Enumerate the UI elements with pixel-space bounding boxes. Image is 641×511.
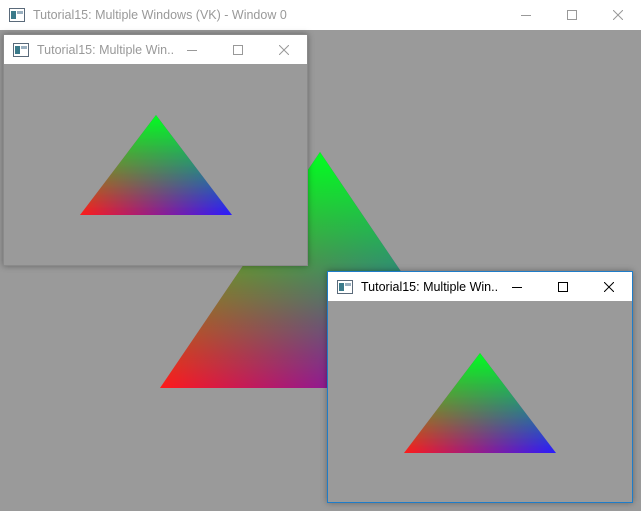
child-window-2-title: Tutorial15: Multiple Win... xyxy=(361,279,499,294)
minimize-button[interactable] xyxy=(494,272,540,302)
child-1-render-canvas xyxy=(80,115,232,215)
maximize-button[interactable] xyxy=(215,35,261,65)
app-window-icon xyxy=(9,8,25,22)
close-button[interactable] xyxy=(261,35,307,65)
child-window-1-viewport[interactable] xyxy=(4,64,307,265)
minimize-button[interactable] xyxy=(169,35,215,65)
maximize-button[interactable] xyxy=(540,272,586,302)
child-window-2: Tutorial15: Multiple Win... xyxy=(327,271,633,503)
minimize-button[interactable] xyxy=(503,0,549,30)
close-icon xyxy=(279,45,289,55)
close-button[interactable] xyxy=(595,0,641,30)
main-window-titlebar[interactable]: Tutorial15: Multiple Windows (VK) - Wind… xyxy=(0,0,641,30)
child-2-triangle xyxy=(404,353,556,453)
child-window-1: Tutorial15: Multiple Win... xyxy=(3,34,308,266)
minimize-icon xyxy=(521,15,531,16)
child-window-2-titlebar[interactable]: Tutorial15: Multiple Win... xyxy=(328,272,632,301)
close-icon xyxy=(604,282,614,292)
child-window-1-titlebar[interactable]: Tutorial15: Multiple Win... xyxy=(4,35,307,64)
child-window-2-viewport[interactable] xyxy=(328,301,632,502)
maximize-icon xyxy=(567,10,577,20)
child-1-triangle xyxy=(80,115,232,215)
minimize-icon xyxy=(187,50,197,51)
close-icon xyxy=(613,10,623,20)
main-window-title: Tutorial15: Multiple Windows (VK) - Wind… xyxy=(33,8,287,22)
maximize-icon xyxy=(558,282,568,292)
close-button[interactable] xyxy=(586,272,632,302)
maximize-icon xyxy=(233,45,243,55)
child-2-render-canvas xyxy=(404,353,556,453)
maximize-button[interactable] xyxy=(549,0,595,30)
app-window-icon xyxy=(337,279,353,294)
minimize-icon xyxy=(512,287,522,288)
app-window-icon xyxy=(13,42,29,57)
child-window-1-title: Tutorial15: Multiple Win... xyxy=(37,42,175,57)
